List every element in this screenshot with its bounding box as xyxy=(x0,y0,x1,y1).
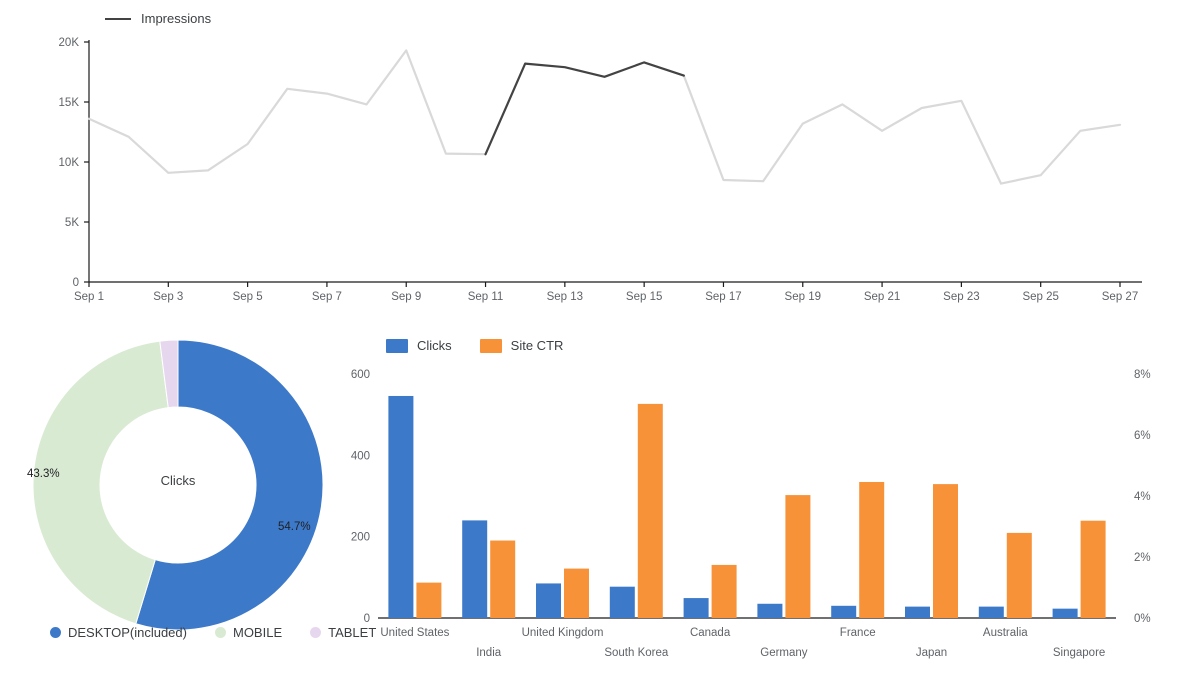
svg-text:Sep 27: Sep 27 xyxy=(1102,291,1138,303)
bar-clicks[interactable] xyxy=(905,606,930,618)
line-chart-canvas: 0 5K 10K 15K 20K Sep 1 Sep 3 Sep 5 Sep 7 Sep 9 Sep… xyxy=(59,37,1142,303)
bar-chart-canvas: 0 200 400 600 0% 2% 4% 6% 8% United States India Un… xyxy=(351,369,1151,659)
svg-text:0%: 0% xyxy=(1134,613,1151,625)
bar-category-label: India xyxy=(476,647,502,659)
bar-chart-legend: Clicks Site CTR xyxy=(386,338,591,353)
legend-swatch-icon xyxy=(386,338,408,353)
donut-center-label: Clicks xyxy=(160,473,196,488)
bar-clicks[interactable] xyxy=(609,586,635,618)
svg-text:4%: 4% xyxy=(1134,491,1151,503)
svg-text:Sep 25: Sep 25 xyxy=(1022,291,1058,303)
line-chart-legend: Impressions xyxy=(105,11,239,26)
bar-clicks[interactable] xyxy=(978,606,1004,618)
clicks-device-donut-chart: Clicks 54.7% 43.3% DESKTOP(included) MOBI… xyxy=(0,325,376,679)
donut-legend-label: MOBILE xyxy=(232,625,283,640)
bar-category-label: Australia xyxy=(983,627,1028,639)
svg-text:6%: 6% xyxy=(1134,430,1151,442)
legend-dot-icon xyxy=(214,627,226,638)
legend-label-impressions: Impressions xyxy=(141,11,212,26)
legend-dot-icon xyxy=(50,627,61,638)
svg-text:Sep 7: Sep 7 xyxy=(312,291,342,303)
svg-text:Sep 19: Sep 19 xyxy=(785,291,821,303)
svg-text:Sep 5: Sep 5 xyxy=(233,291,263,303)
bar-clicks[interactable] xyxy=(1052,608,1078,618)
legend-swatch-icon xyxy=(479,338,502,353)
impressions-line-chart: Impressions 0 5K 10K 15K 20K Sep 1 Sep 3 Sep 5 S… xyxy=(0,0,1204,320)
legend-dot-icon xyxy=(310,627,322,638)
line-swatch-icon xyxy=(105,17,131,20)
bar-site-ctr[interactable] xyxy=(1006,532,1032,618)
donut-canvas-wrap: Clicks 54.7% 43.3% xyxy=(0,325,350,645)
bar-clicks[interactable] xyxy=(831,605,857,618)
bar-legend-item-clicks[interactable]: Clicks xyxy=(386,338,452,353)
bar-category-label: Germany xyxy=(760,647,808,659)
bar-category-label: Japan xyxy=(916,647,947,659)
svg-text:Sep 23: Sep 23 xyxy=(943,291,979,303)
bar-category-label: France xyxy=(840,627,876,639)
bar-clicks[interactable] xyxy=(683,598,709,618)
svg-text:0: 0 xyxy=(364,613,370,625)
bar-legend-label: Clicks xyxy=(417,338,452,353)
svg-text:Sep 3: Sep 3 xyxy=(153,291,183,303)
bar-site-ctr[interactable] xyxy=(933,484,958,618)
svg-text:400: 400 xyxy=(351,450,370,462)
svg-text:Sep 13: Sep 13 xyxy=(547,291,583,303)
bar-category-label: Canada xyxy=(690,627,731,639)
bar-site-ctr[interactable] xyxy=(416,582,442,618)
bar-site-ctr[interactable] xyxy=(564,568,589,618)
donut-legend-item-desktop-included[interactable]: DESKTOP(included) xyxy=(50,625,187,640)
clicks-ctr-bar-chart: Clicks Site CTR 0 200 400 600 0% 2% 4% 6% 8% Unite… xyxy=(350,325,1204,679)
bar-site-ctr[interactable] xyxy=(490,540,516,618)
bar-clicks[interactable] xyxy=(388,395,414,618)
svg-text:2%: 2% xyxy=(1134,552,1151,564)
svg-text:Sep 11: Sep 11 xyxy=(468,291,504,303)
bar-site-ctr[interactable] xyxy=(1080,520,1106,618)
bar-site-ctr[interactable] xyxy=(637,403,663,618)
svg-text:10K: 10K xyxy=(59,157,80,169)
bar-clicks[interactable] xyxy=(536,583,561,618)
svg-text:5K: 5K xyxy=(65,217,79,229)
bar-site-ctr[interactable] xyxy=(711,564,737,618)
bar-clicks[interactable] xyxy=(757,603,783,618)
svg-text:0: 0 xyxy=(73,277,79,289)
svg-text:8%: 8% xyxy=(1134,369,1151,381)
svg-text:15K: 15K xyxy=(59,97,80,109)
donut-legend-label: DESKTOP(included) xyxy=(68,625,187,640)
bar-category-label: United States xyxy=(380,627,449,639)
donut-legend-item-mobile[interactable]: MOBILE xyxy=(214,625,283,640)
svg-text:Sep 15: Sep 15 xyxy=(626,291,662,303)
bar-site-ctr[interactable] xyxy=(859,481,885,618)
bar-legend-label: Site CTR xyxy=(510,338,564,353)
svg-text:20K: 20K xyxy=(59,37,80,49)
donut-slice-label-mobile: 43.3% xyxy=(27,468,60,480)
svg-text:200: 200 xyxy=(351,532,370,544)
bar-category-label: South Korea xyxy=(604,647,669,659)
bar-category-label: United Kingdom xyxy=(522,627,604,639)
bar-clicks[interactable] xyxy=(462,520,488,618)
svg-text:Sep 17: Sep 17 xyxy=(705,291,741,303)
svg-text:Sep 21: Sep 21 xyxy=(864,291,900,303)
bar-legend-item-site-ctr[interactable]: Site CTR xyxy=(479,338,564,353)
bar-site-ctr[interactable] xyxy=(785,495,811,618)
donut-slice-label-desktop: 54.7% xyxy=(278,521,311,533)
svg-text:Sep 1: Sep 1 xyxy=(74,291,104,303)
bar-category-label: Singapore xyxy=(1053,647,1105,659)
svg-text:600: 600 xyxy=(351,369,370,381)
svg-text:Sep 9: Sep 9 xyxy=(391,291,421,303)
legend-item-impressions[interactable]: Impressions xyxy=(105,11,211,26)
